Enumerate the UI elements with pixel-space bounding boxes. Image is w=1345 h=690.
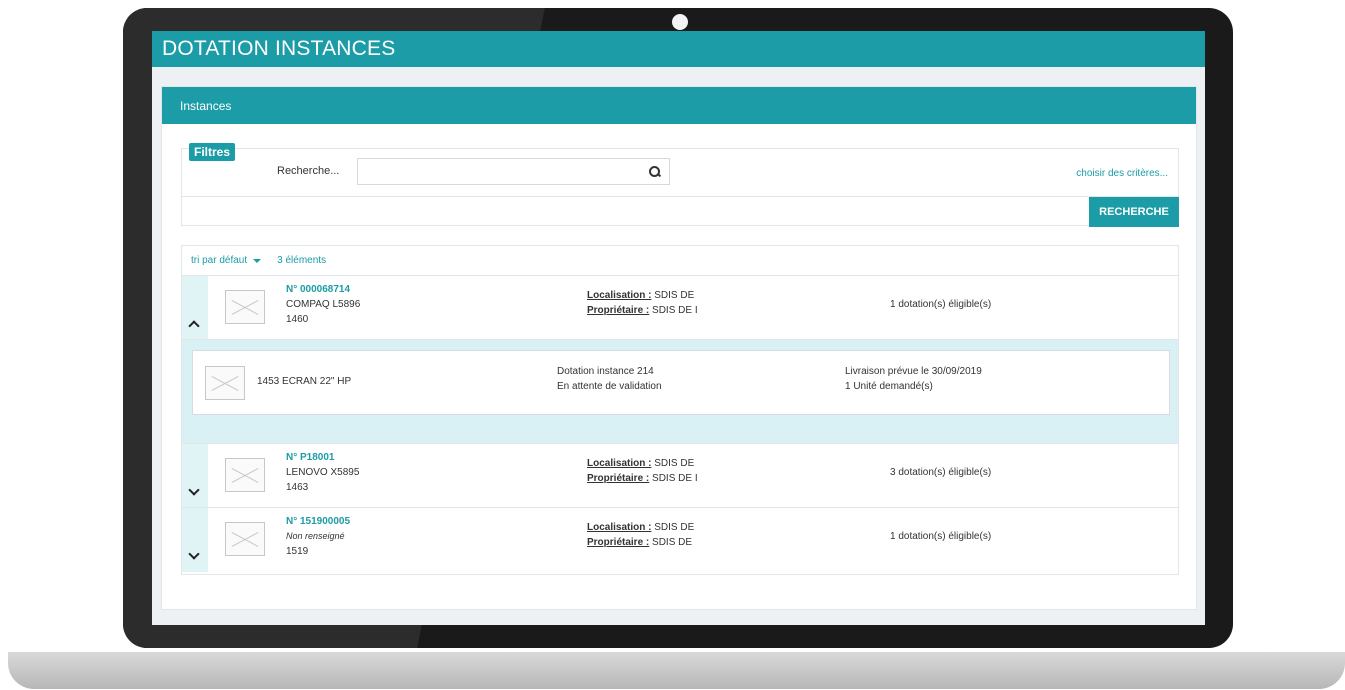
dotation-instance: Dotation instance 214 En attente de vali…: [557, 364, 662, 394]
instances-panel: Instances Filtres Recherche... choisir d…: [161, 86, 1197, 610]
location-key: Localisation :: [587, 522, 652, 533]
row-location: Localisation : SDIS DE Propriétaire : SD…: [587, 520, 694, 550]
choose-criteria-link[interactable]: choisir des critères...: [1076, 168, 1168, 179]
row-toggle[interactable]: [182, 444, 208, 507]
laptop-mockup: DOTATION INSTANCES Instances Filtres Rec…: [0, 0, 1345, 690]
row-eligible: 1 dotation(s) éligible(s): [890, 531, 992, 542]
owner-key: Propriétaire :: [587, 305, 650, 316]
row-model: LENOVO X5895: [286, 467, 360, 478]
quantity: 1 Unité demandé(s): [845, 381, 933, 392]
row-code: 1463: [286, 482, 309, 493]
row-identity: N° P18001 LENOVO X5895 1463: [286, 450, 359, 495]
caret-down-icon: [253, 258, 262, 263]
camera-dot: [672, 14, 688, 30]
image-placeholder-icon: [225, 290, 265, 324]
chevron-down-icon[interactable]: [188, 548, 200, 560]
chevron-up-icon[interactable]: [188, 320, 200, 332]
instances-list: tri par défaut 3 éléments N° 000068714 C…: [181, 245, 1179, 575]
location-key: Localisation :: [587, 458, 652, 469]
row-detail: 1453 ECRAN 22" HP Dotation instance 214 …: [182, 340, 1178, 444]
location-value: SDIS DE: [654, 458, 695, 469]
image-placeholder-icon: [205, 366, 245, 400]
row-eligible: 1 dotation(s) éligible(s): [890, 299, 992, 310]
row-identity: N° 000068714 COMPAQ L5896 1460: [286, 282, 360, 327]
owner-value: SDIS DE I: [652, 305, 698, 316]
owner-value: SDIS DE I: [652, 473, 698, 484]
location-key: Localisation :: [587, 290, 652, 301]
laptop-base: [8, 652, 1345, 689]
sort-dropdown[interactable]: tri par défaut: [191, 255, 262, 266]
search-field[interactable]: [357, 158, 670, 185]
panel-header: Instances: [162, 87, 1196, 124]
panel-title: Instances: [180, 98, 232, 113]
table-row[interactable]: N° 151900005 Non renseigné 1519 Localisa…: [182, 508, 1178, 572]
instance-status: En attente de validation: [557, 381, 662, 392]
row-location: Localisation : SDIS DE Propriétaire : SD…: [587, 456, 698, 486]
row-code: 1519: [286, 546, 309, 557]
search-icon[interactable]: [649, 165, 661, 178]
table-row[interactable]: N° P18001 LENOVO X5895 1463 Localisation…: [182, 444, 1178, 508]
table-row[interactable]: N° 000068714 COMPAQ L5896 1460 Localisat…: [182, 276, 1178, 340]
app-screen: DOTATION INSTANCES Instances Filtres Rec…: [152, 31, 1205, 625]
row-identity: N° 151900005 Non renseigné 1519: [286, 514, 350, 559]
dotation-delivery: Livraison prévue le 30/09/2019 1 Unité d…: [845, 364, 982, 394]
row-model: Non renseigné: [286, 531, 345, 541]
owner-key: Propriétaire :: [587, 537, 650, 548]
filters-box: Filtres Recherche... choisir des critère…: [181, 143, 1179, 227]
row-number-link[interactable]: N° 151900005: [286, 514, 350, 529]
search-label: Recherche...: [277, 165, 340, 177]
row-model: COMPAQ L5896: [286, 299, 361, 310]
owner-value: SDIS DE: [652, 537, 693, 548]
location-value: SDIS DE: [654, 290, 695, 301]
row-toggle[interactable]: [182, 276, 208, 339]
row-code: 1460: [286, 314, 309, 325]
app-header: DOTATION INSTANCES: [152, 31, 1205, 67]
app-title: DOTATION INSTANCES: [162, 37, 396, 60]
row-location: Localisation : SDIS DE Propriétaire : SD…: [587, 288, 698, 318]
row-toggle[interactable]: [182, 508, 208, 572]
search-button[interactable]: RECHERCHE: [1089, 197, 1179, 227]
image-placeholder-icon: [225, 522, 265, 556]
list-toolbar: tri par défaut 3 éléments: [182, 246, 1178, 276]
row-number-link[interactable]: N° 000068714: [286, 282, 360, 297]
filters-legend: Filtres: [189, 143, 236, 161]
instance-name: Dotation instance 214: [557, 366, 654, 377]
location-value: SDIS DE: [654, 522, 695, 533]
filters-divider: [182, 196, 1178, 197]
search-input[interactable]: [358, 159, 669, 184]
chevron-down-icon[interactable]: [188, 484, 200, 496]
item-count: 3 éléments: [277, 255, 327, 266]
dotation-card[interactable]: 1453 ECRAN 22" HP Dotation instance 214 …: [192, 350, 1170, 415]
row-eligible: 3 dotation(s) éligible(s): [890, 467, 992, 478]
image-placeholder-icon: [225, 458, 265, 492]
row-number-link[interactable]: N° P18001: [286, 450, 359, 465]
owner-key: Propriétaire :: [587, 473, 650, 484]
delivery-date: Livraison prévue le 30/09/2019: [845, 366, 982, 377]
dotation-item: 1453 ECRAN 22" HP: [257, 376, 352, 387]
sort-label: tri par défaut: [191, 255, 248, 266]
